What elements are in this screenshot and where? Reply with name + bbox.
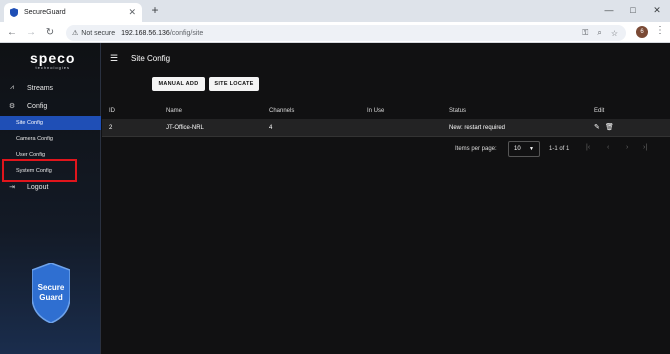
address-bar[interactable]: ⚠ Not secure 192.168.56.136/config/site … — [66, 25, 626, 41]
last-page-icon[interactable]: ›| — [643, 144, 647, 151]
col-id: ID — [109, 108, 115, 114]
reload-icon[interactable]: ↻ — [43, 25, 57, 40]
paginator: Items per page: 10 ▼ 1-1 of 1 |‹ ‹ › ›| — [102, 140, 670, 160]
sidebar-item-label: Config — [27, 102, 48, 110]
site-locate-button[interactable]: SITE LOCATE — [209, 77, 259, 91]
not-secure-badge[interactable]: ⚠ Not secure — [72, 29, 116, 38]
items-per-page-select[interactable]: 10 ▼ — [508, 141, 540, 157]
first-page-icon[interactable]: |‹ — [586, 144, 590, 151]
cell-channels: 4 — [269, 125, 273, 131]
delete-trash-icon[interactable]: 🗑 — [605, 119, 614, 137]
omnibox-icons: ⚿ ⌕ ☆ — [582, 25, 618, 41]
minimize-button[interactable]: — — [598, 2, 620, 18]
chevron-down-icon: ▼ — [529, 146, 534, 152]
table-row[interactable]: 2 JT-Office-NRL 4 New: restart required … — [102, 119, 670, 137]
tab-title: SecureGuard — [24, 9, 66, 16]
url-host: 192.168.56.136 — [121, 29, 170, 37]
window-close-button[interactable]: ✕ — [646, 2, 668, 18]
streams-icon: ⩘ — [10, 84, 14, 91]
maximize-button[interactable]: □ — [622, 2, 644, 18]
col-status: Status — [449, 108, 467, 114]
sidebar-item-streams[interactable]: ⩘ Streams — [0, 81, 101, 95]
manual-add-button[interactable]: MANUAL ADD — [152, 77, 205, 91]
browser-toolbar: ← → ↻ ⚠ Not secure 192.168.56.136/config… — [0, 22, 670, 43]
browser-tab-strip: SecureGuard ✕ + — □ ✕ — [0, 0, 670, 22]
logo-text: speco — [30, 50, 76, 66]
items-per-page-value: 10 — [514, 146, 521, 152]
items-per-page-label: Items per page: — [455, 146, 497, 152]
forward-arrow-icon[interactable]: → — [24, 25, 38, 40]
col-channels: Channels — [269, 108, 295, 114]
menu-icon[interactable]: ☰ — [110, 53, 122, 64]
secureguard-badge-icon: Secure Guard — [32, 263, 70, 323]
next-page-icon[interactable]: › — [626, 144, 628, 151]
url-path: /config/site — [169, 29, 204, 37]
tab-close-icon[interactable]: ✕ — [128, 7, 136, 18]
back-arrow-icon[interactable]: ← — [5, 25, 19, 40]
shield-favicon-icon — [10, 8, 18, 17]
prev-page-icon[interactable]: ‹ — [607, 144, 609, 151]
app-root: speco technologies ⩘ Streams ⚙ Config Si… — [0, 43, 670, 354]
sidebar-item-config[interactable]: ⚙ Config — [0, 99, 101, 113]
browser-menu-icon[interactable]: ⋮ — [655, 25, 665, 36]
col-edit: Edit — [594, 108, 605, 114]
badge-text-bottom: Guard — [39, 293, 63, 302]
sidebar-item-label: Streams — [27, 84, 54, 92]
not-secure-label: Not secure — [81, 29, 116, 37]
page-title: Site Config — [131, 53, 171, 63]
main-content: ☰ Site Config MANUAL ADD SITE LOCATE ID … — [102, 43, 670, 354]
page-range: 1-1 of 1 — [549, 146, 570, 152]
sidebar: speco technologies ⩘ Streams ⚙ Config Si… — [0, 43, 101, 354]
site-table: ID Name Channels In Use Status Edit 2 JT… — [102, 103, 670, 137]
warning-icon: ⚠ — [72, 30, 79, 37]
cell-status: New: restart required — [449, 125, 506, 131]
edit-pencil-icon[interactable]: ✎ — [594, 119, 600, 137]
logout-icon: ⇥ — [9, 184, 15, 191]
sidebar-item-label: Logout — [27, 183, 49, 191]
annotation-highlight-box — [2, 159, 77, 182]
sidebar-item-logout[interactable]: ⇥ Logout — [0, 180, 101, 194]
cell-id: 2 — [109, 125, 113, 131]
profile-avatar[interactable]: 6 — [636, 26, 648, 38]
key-icon[interactable]: ⚿ — [582, 28, 588, 38]
cell-name: JT-Office-NRL — [166, 125, 204, 131]
col-in-use: In Use — [367, 108, 385, 114]
zoom-icon[interactable]: ⌕ — [597, 28, 601, 38]
browser-tab[interactable]: SecureGuard ✕ — [4, 3, 142, 22]
sidebar-sub-camera-config[interactable]: Camera Config — [0, 132, 101, 146]
speco-logo: speco technologies — [30, 51, 75, 70]
bookmark-star-icon[interactable]: ☆ — [611, 29, 618, 38]
table-header: ID Name Channels In Use Status Edit — [102, 103, 670, 119]
logo-subtext: technologies — [35, 65, 70, 70]
new-tab-button[interactable]: + — [148, 4, 162, 18]
url-text: 192.168.56.136/config/site — [121, 30, 203, 37]
sidebar-sub-site-config[interactable]: Site Config — [0, 116, 101, 130]
col-name: Name — [166, 108, 183, 114]
app-header: ☰ Site Config — [102, 43, 670, 73]
gear-icon: ⚙ — [8, 103, 16, 110]
badge-text-top: Secure — [38, 283, 65, 292]
